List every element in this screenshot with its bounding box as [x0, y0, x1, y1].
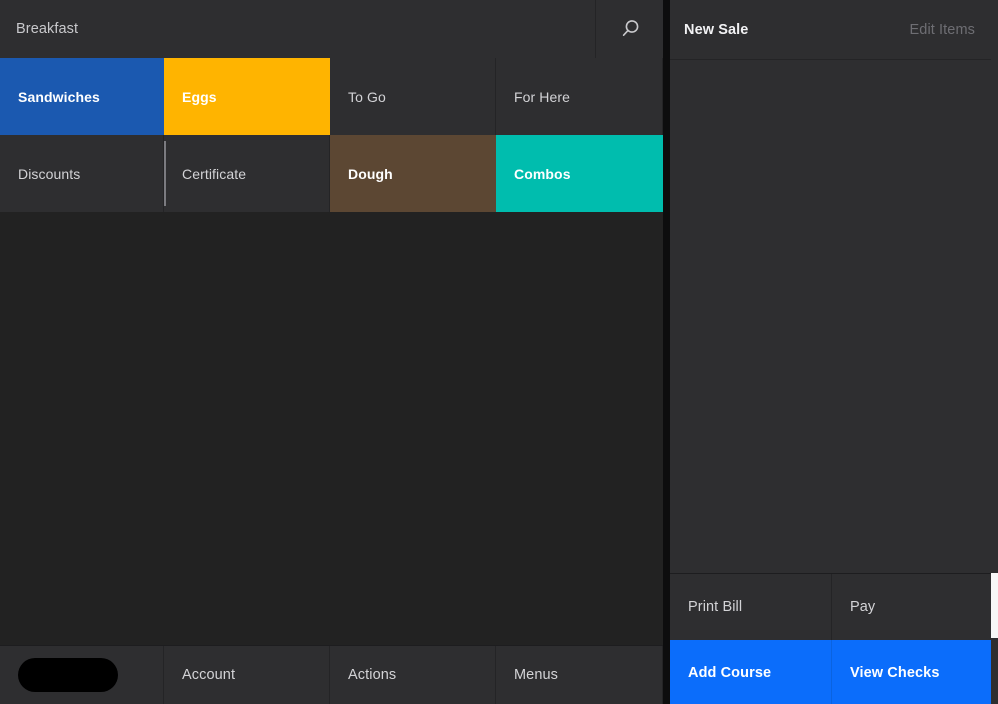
order-action-grid: Print Bill Pay Add Course View Checks [670, 573, 991, 704]
print-bill-button[interactable]: Print Bill [670, 574, 832, 640]
bottom-nav-label: Actions [348, 667, 396, 683]
search-input-value: Breakfast [16, 21, 78, 37]
tile-eggs[interactable]: Eggs [164, 58, 330, 135]
action-label: Add Course [688, 665, 771, 681]
search-input[interactable]: Breakfast [0, 0, 595, 58]
search-icon [619, 18, 641, 40]
bottom-nav-item-menus[interactable]: Menus [496, 646, 663, 704]
bottom-nav-label: Menus [514, 667, 558, 683]
order-items-area [670, 60, 991, 573]
tile-combos[interactable]: Combos [496, 135, 663, 212]
tile-for-here[interactable]: For Here [496, 58, 663, 135]
tile-to-go[interactable]: To Go [330, 58, 496, 135]
tile-label: For Here [514, 89, 570, 105]
tile-label: Eggs [182, 89, 217, 105]
bottom-nav-item-account[interactable]: Account [164, 646, 330, 704]
action-label: Print Bill [688, 599, 742, 615]
action-label: Pay [850, 599, 875, 615]
tile-certificate[interactable]: Certificate [164, 135, 330, 212]
category-tile-grid: Sandwiches Eggs To Go For Here Discounts… [0, 58, 663, 212]
view-checks-button[interactable]: View Checks [832, 640, 991, 704]
screen-right-edge [991, 0, 998, 704]
new-sale-title: New Sale [684, 22, 748, 38]
bottom-nav-bar: Account Actions Menus [0, 645, 663, 704]
redaction-overlay [18, 658, 118, 692]
panel-divider [663, 0, 670, 704]
order-panel-header: New Sale Edit Items [670, 0, 991, 60]
add-course-button[interactable]: Add Course [670, 640, 832, 704]
screen-right-edge-lower [991, 638, 998, 704]
tile-dough[interactable]: Dough [330, 135, 496, 212]
tile-sandwiches[interactable]: Sandwiches [0, 58, 164, 135]
bottom-nav-item-actions[interactable]: Actions [330, 646, 496, 704]
pos-app-root: Breakfast Sandwiches Eggs To Go [0, 0, 998, 704]
action-label: View Checks [850, 665, 940, 681]
search-button[interactable] [595, 0, 663, 58]
tile-label: Combos [514, 166, 571, 182]
left-panel: Breakfast Sandwiches Eggs To Go [0, 0, 663, 704]
item-list-area [0, 212, 663, 645]
search-bar: Breakfast [0, 0, 663, 58]
tile-label: Dough [348, 166, 393, 182]
bottom-nav-label: Account [182, 667, 235, 683]
tile-label: Sandwiches [18, 89, 100, 105]
bottom-nav-item-redacted[interactable] [0, 646, 164, 704]
tile-label: Discounts [18, 166, 80, 182]
tile-label: To Go [348, 89, 386, 105]
tile-discounts[interactable]: Discounts [0, 135, 164, 212]
edit-items-button[interactable]: Edit Items [910, 22, 975, 38]
order-panel: New Sale Edit Items Print Bill Pay Add C… [670, 0, 991, 704]
tile-label: Certificate [182, 166, 246, 182]
pay-button[interactable]: Pay [832, 574, 991, 640]
screen-right-edge-upper [991, 0, 998, 573]
